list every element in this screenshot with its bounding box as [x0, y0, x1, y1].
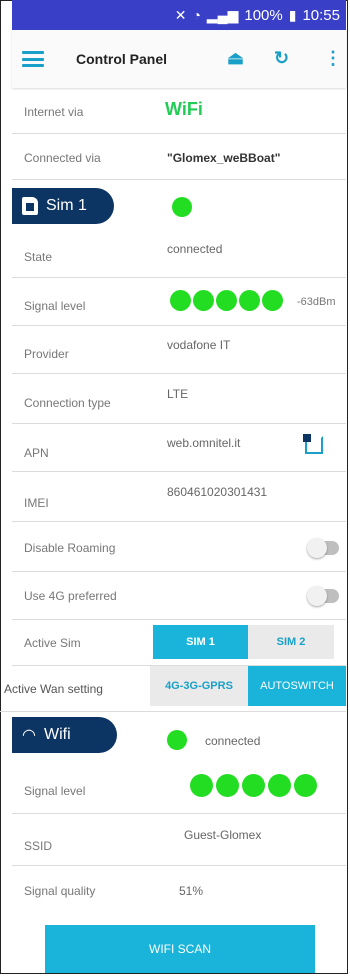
signal-quality-value: 51%	[179, 884, 204, 898]
sim-signal-dots	[170, 290, 283, 316]
signal-dot	[170, 290, 191, 311]
apn-value: web.omnitel.it	[167, 436, 241, 450]
disable-roaming-row: Disable Roaming	[12, 522, 346, 572]
connected-via-value: "Glomex_weBBoat"	[167, 151, 281, 165]
use-4g-toggle[interactable]	[307, 586, 339, 606]
conn-type-row: Connection type LTE	[12, 374, 346, 424]
imei-label: IMEI	[24, 496, 49, 510]
wifi-status-dot	[167, 730, 187, 750]
provider-value: vodafone IT	[167, 338, 231, 352]
signal-dot	[268, 774, 291, 797]
battery-percent: 100%	[244, 6, 283, 24]
wifi-signal-dots	[190, 774, 317, 802]
cell-signal-icon: ▂▄▆	[206, 6, 239, 23]
wifi-icon: ◠	[22, 727, 36, 744]
edit-apn-icon[interactable]	[303, 434, 323, 454]
wan-label: Active Wan setting	[4, 682, 103, 696]
signal-quality-row: Signal quality 51%	[12, 866, 346, 914]
internet-via-value: WiFi	[165, 99, 203, 119]
more-icon[interactable]: ⋮	[324, 48, 342, 69]
menu-icon[interactable]	[22, 51, 44, 67]
status-bar: ✕ ◔ ▂▄▆ 100% ▮ 10:55	[12, 0, 346, 30]
disable-roaming-toggle[interactable]	[307, 538, 339, 558]
signal-dot	[242, 774, 265, 797]
sim-card-icon	[22, 197, 38, 215]
internet-via-row: Internet via WiFi	[12, 88, 346, 134]
active-sim-row: Active Sim SIM 1 SIM 2	[12, 620, 346, 666]
sim1-header-label: Sim 1	[46, 197, 87, 214]
sim-signal-label: Signal level	[24, 299, 86, 313]
sim-signal-row: Signal level -63dBm	[12, 278, 346, 326]
state-value: connected	[167, 242, 223, 256]
wifi-status-text: connected	[205, 734, 261, 748]
conn-type-value: LTE	[167, 387, 189, 401]
sim1-button[interactable]: SIM 1	[153, 625, 248, 659]
internet-via-label: Internet via	[24, 105, 84, 119]
wifi-signal-label: Signal level	[24, 784, 86, 798]
wan-autoswitch-button[interactable]: AUTOSWITCH	[248, 666, 346, 706]
apn-row: APN web.omnitel.it	[12, 424, 346, 472]
signal-dot	[294, 774, 317, 797]
signal-dot	[262, 290, 283, 311]
sim-signal-value: -63dBm	[297, 296, 336, 308]
provider-row: Provider vodafone IT	[12, 326, 346, 374]
signal-quality-label: Signal quality	[24, 884, 96, 898]
signal-dot	[216, 290, 237, 311]
sim1-header: Sim 1	[12, 188, 114, 224]
state-label: State	[24, 250, 53, 264]
connected-via-label: Connected via	[24, 151, 101, 165]
use-4g-label: Use 4G preferred	[24, 589, 117, 603]
connected-via-row: Connected via "Glomex_weBBoat"	[12, 134, 346, 180]
router-icon[interactable]: ⏏	[227, 48, 244, 69]
wan-setting-row: Active Wan setting 4G-3G-GPRS AUTOSWITCH	[0, 666, 346, 712]
wifi-status-icon: ◔	[192, 7, 201, 23]
disable-roaming-label: Disable Roaming	[24, 541, 116, 555]
sim2-button[interactable]: SIM 2	[248, 625, 334, 659]
signal-dot	[193, 290, 214, 311]
battery-icon: ▮	[288, 6, 297, 23]
ssid-row: SSID Guest-Glomex	[12, 814, 346, 866]
ssid-label: SSID	[24, 839, 53, 853]
wan-4g3g-button[interactable]: 4G-3G-GPRS	[150, 666, 248, 706]
page-title: Control Panel	[76, 51, 168, 67]
wifi-header-label: Wifi	[43, 726, 71, 743]
sim-state-row: State connected	[12, 228, 346, 278]
mute-icon: ✕	[174, 6, 187, 23]
signal-dot	[239, 290, 260, 311]
app-bar: Control Panel ⏏ ↻ ⋮	[12, 30, 346, 88]
use-4g-row: Use 4G preferred	[12, 572, 346, 620]
imei-value: 860461020301431	[167, 485, 268, 499]
signal-dot	[216, 774, 239, 797]
wifi-header: ◠ Wifi	[12, 717, 117, 753]
wifi-scan-button[interactable]: WIFI SCAN	[45, 925, 315, 973]
wifi-signal-row: Signal level	[12, 760, 346, 814]
ssid-value: Guest-Glomex	[184, 828, 262, 842]
provider-label: Provider	[24, 347, 69, 361]
imei-row: IMEI 860461020301431	[12, 472, 346, 522]
conn-type-label: Connection type	[24, 396, 111, 410]
clock: 10:55	[302, 6, 340, 24]
apn-label: APN	[24, 446, 49, 460]
refresh-icon[interactable]: ↻	[274, 48, 289, 69]
sim-status-dot	[172, 197, 192, 217]
active-sim-label: Active Sim	[24, 636, 81, 650]
signal-dot	[190, 774, 213, 797]
